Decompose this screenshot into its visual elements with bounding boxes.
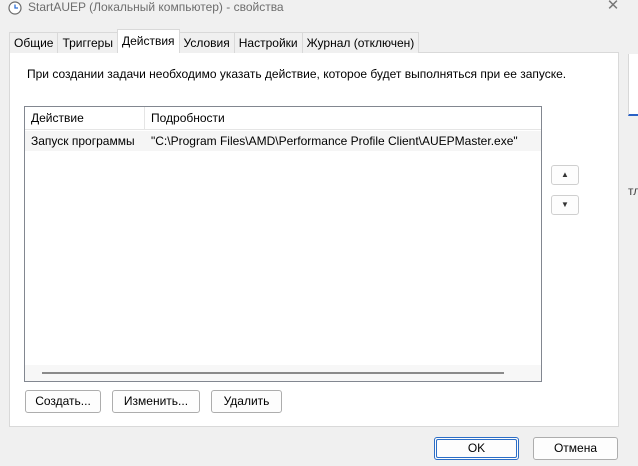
background-window-edge bbox=[628, 54, 638, 116]
title-bar: StartAUEP (Локальный компьютер) - свойст… bbox=[0, 0, 638, 22]
actions-description: При создании задачи необходимо указать д… bbox=[27, 67, 567, 81]
scrollbar-thumb[interactable] bbox=[42, 372, 504, 374]
column-header-action[interactable]: Действие bbox=[25, 107, 145, 130]
tab-general[interactable]: Общие bbox=[9, 32, 59, 53]
move-down-button[interactable]: ▼ bbox=[551, 195, 579, 215]
arrow-down-icon: ▼ bbox=[561, 200, 569, 209]
tab-strip: Общие Триггеры Действия Условия Настройк… bbox=[9, 29, 420, 53]
column-header-details[interactable]: Подробности bbox=[145, 107, 541, 130]
background-window-text: тл bbox=[628, 184, 638, 198]
window-title: StartAUEP (Локальный компьютер) - свойст… bbox=[28, 0, 284, 14]
ok-button[interactable]: OK bbox=[434, 437, 519, 460]
tab-triggers[interactable]: Триггеры bbox=[57, 32, 118, 53]
tab-conditions[interactable]: Условия bbox=[178, 32, 235, 53]
close-button[interactable]: ✕ bbox=[604, 0, 622, 14]
edit-button[interactable]: Изменить... bbox=[112, 390, 200, 413]
tab-settings[interactable]: Настройки bbox=[233, 32, 303, 53]
move-up-button[interactable]: ▲ bbox=[551, 165, 579, 185]
list-header: Действие Подробности bbox=[25, 107, 541, 130]
row-details: "C:\Program Files\AMD\Performance Profil… bbox=[151, 134, 518, 148]
arrow-up-icon: ▲ bbox=[561, 170, 569, 179]
delete-button[interactable]: Удалить bbox=[211, 390, 282, 413]
actions-list[interactable]: Действие Подробности Запуск программы "C… bbox=[24, 106, 542, 382]
table-row[interactable]: Запуск программы "C:\Program Files\AMD\P… bbox=[25, 131, 541, 151]
tab-actions[interactable]: Действия bbox=[116, 29, 180, 53]
create-button[interactable]: Создать... bbox=[25, 390, 101, 413]
horizontal-scrollbar[interactable] bbox=[25, 365, 541, 381]
cancel-button[interactable]: Отмена bbox=[533, 437, 618, 460]
row-action: Запуск программы bbox=[31, 134, 135, 148]
task-scheduler-clock-icon bbox=[8, 1, 22, 15]
tab-history[interactable]: Журнал (отключен) bbox=[301, 32, 420, 53]
